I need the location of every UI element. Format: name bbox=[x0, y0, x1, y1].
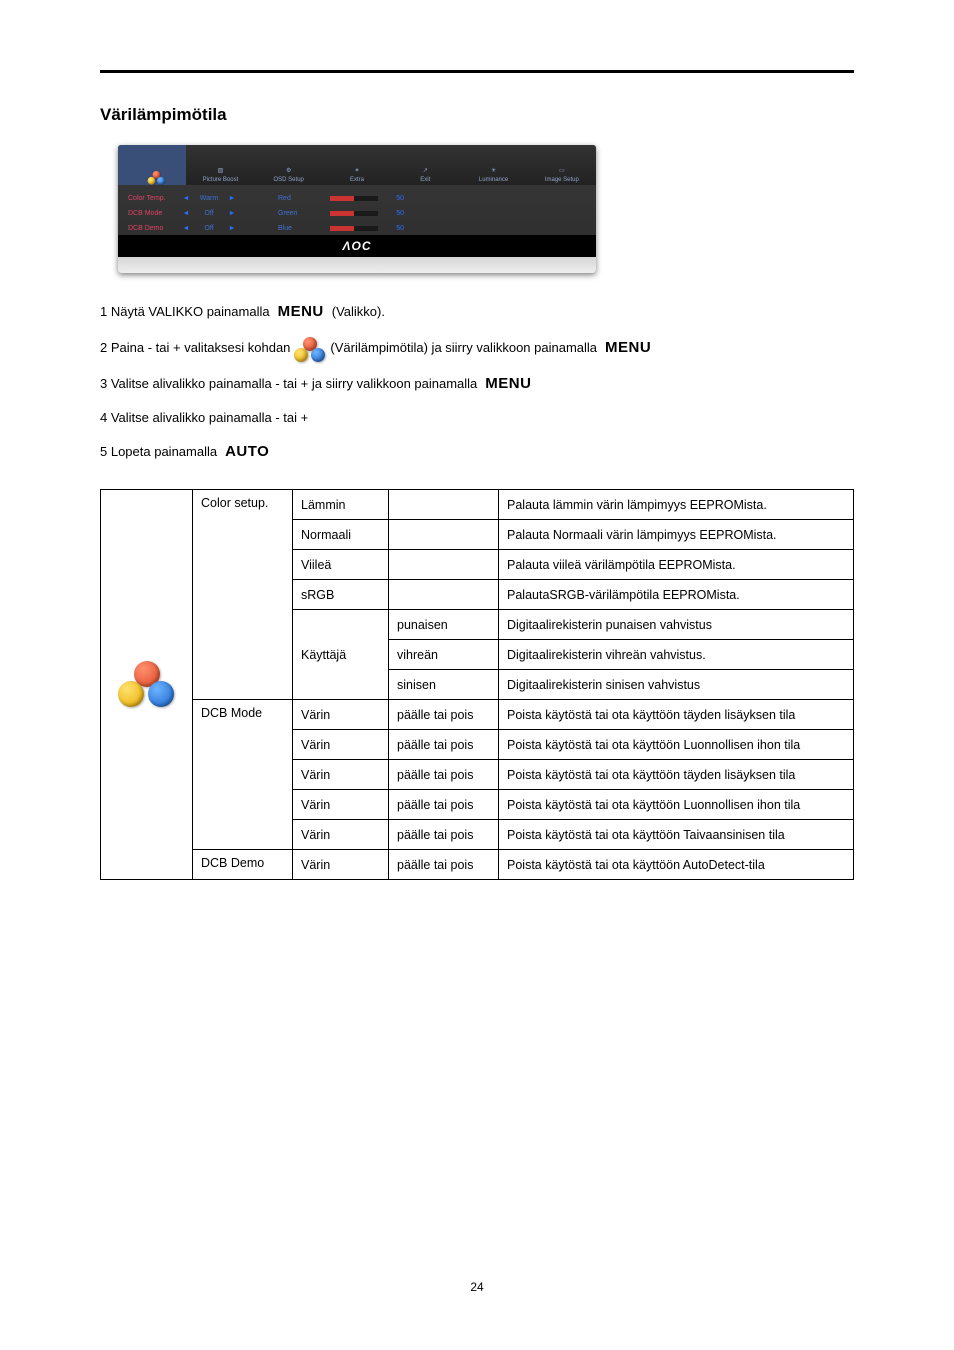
osd-tab-color bbox=[118, 145, 186, 185]
osd-row: DCB Demo ◄Off► Blue 50 bbox=[128, 221, 586, 236]
table-cell: päälle tai pois bbox=[389, 790, 499, 820]
menu-glyph: MENU bbox=[274, 301, 328, 323]
table-cell: Värin bbox=[293, 700, 389, 730]
instructions: 1 Näytä VALIKKO painamalla MENU (Valikko… bbox=[100, 301, 854, 463]
table-cell: punaisen bbox=[389, 610, 499, 640]
table-cell: Digitaalirekisterin punaisen vahvistus bbox=[499, 610, 854, 640]
osd-footer bbox=[118, 257, 596, 273]
color-balls-icon bbox=[294, 337, 326, 363]
auto-glyph: AUTO bbox=[221, 441, 273, 463]
table-cell: Palauta Normaali värin lämpimyys EEPROMi… bbox=[499, 520, 854, 550]
osd-brand: ΛOC bbox=[118, 235, 596, 257]
table-cell: Digitaalirekisterin sinisen vahvistus bbox=[499, 670, 854, 700]
color-balls-icon bbox=[118, 661, 176, 709]
table-cell: Käyttäjä bbox=[293, 610, 389, 700]
step-5: 5 Lopeta painamalla bbox=[100, 441, 217, 463]
step-1a: 1 Näytä VALIKKO painamalla bbox=[100, 301, 270, 323]
osd-screenshot: ▧Picture Boost ⚙OSD Setup ✶Extra ↗Exit ☀… bbox=[118, 145, 596, 273]
table-cell: Värin bbox=[293, 730, 389, 760]
table-cell bbox=[389, 550, 499, 580]
table-cell: Palauta viileä värilämpötila EEPROMista. bbox=[499, 550, 854, 580]
table-cell: Lämmin bbox=[293, 490, 389, 520]
table-cell: Viileä bbox=[293, 550, 389, 580]
group-dcb-demo: DCB Demo bbox=[193, 850, 293, 880]
table-cell: Värin bbox=[293, 850, 389, 880]
osd-tab: ☀Luminance bbox=[459, 145, 527, 185]
step-3: 3 Valitse alivalikko painamalla - tai + … bbox=[100, 373, 477, 395]
table-cell: vihreän bbox=[389, 640, 499, 670]
table-cell: Poista käytöstä tai ota käyttöön Luonnol… bbox=[499, 730, 854, 760]
table-cell: päälle tai pois bbox=[389, 850, 499, 880]
osd-row: DCB Mode ◄Off► Green 50 bbox=[128, 206, 586, 221]
table-cell: Poista käytöstä tai ota käyttöön Taivaan… bbox=[499, 820, 854, 850]
table-cell: Värin bbox=[293, 820, 389, 850]
table-cell: Poista käytöstä tai ota käyttöön täyden … bbox=[499, 700, 854, 730]
menu-glyph: MENU bbox=[601, 337, 655, 359]
table-cell bbox=[389, 520, 499, 550]
osd-tab: ✶Extra bbox=[323, 145, 391, 185]
table-cell: päälle tai pois bbox=[389, 700, 499, 730]
section-heading: Värilämpimötila bbox=[100, 105, 854, 125]
page-divider bbox=[100, 70, 854, 73]
table-cell: sRGB bbox=[293, 580, 389, 610]
menu-glyph: MENU bbox=[481, 373, 535, 395]
page-number: 24 bbox=[100, 1280, 854, 1294]
table-cell: Värin bbox=[293, 790, 389, 820]
step-2a: 2 Paina - tai + valitaksesi kohdan bbox=[100, 337, 290, 359]
group-color-setup: Color setup. bbox=[193, 490, 293, 700]
osd-tab: ▧Picture Boost bbox=[186, 145, 254, 185]
table-cell: sinisen bbox=[389, 670, 499, 700]
table-cell bbox=[389, 490, 499, 520]
table-cell: Poista käytöstä tai ota käyttöön täyden … bbox=[499, 760, 854, 790]
table-icon-cell bbox=[101, 490, 193, 880]
table-cell: Digitaalirekisterin vihreän vahvistus. bbox=[499, 640, 854, 670]
osd-tab: ⚙OSD Setup bbox=[255, 145, 323, 185]
table-cell: päälle tai pois bbox=[389, 760, 499, 790]
table-cell: PalautaSRGB-värilämpötila EEPROMista. bbox=[499, 580, 854, 610]
table-cell bbox=[389, 580, 499, 610]
osd-tab: ↗Exit bbox=[391, 145, 459, 185]
table-cell: Poista käytöstä tai ota käyttöön AutoDet… bbox=[499, 850, 854, 880]
group-dcb-mode: DCB Mode bbox=[193, 700, 293, 850]
step-2b: (Värilämpimötila) ja siirry valikkoon pa… bbox=[330, 337, 597, 359]
osd-tab: ▭Image Setup bbox=[528, 145, 596, 185]
osd-row: Color Temp. ◄Warm► Red 50 bbox=[128, 191, 586, 206]
step-4: 4 Valitse alivalikko painamalla - tai + bbox=[100, 407, 308, 429]
table-cell: Normaali bbox=[293, 520, 389, 550]
table-cell: Poista käytöstä tai ota käyttöön Luonnol… bbox=[499, 790, 854, 820]
table-cell: Värin bbox=[293, 760, 389, 790]
table-cell: päälle tai pois bbox=[389, 820, 499, 850]
table-cell: Palauta lämmin värin lämpimyys EEPROMist… bbox=[499, 490, 854, 520]
settings-table: Color setup. Lämmin Palauta lämmin värin… bbox=[100, 489, 854, 880]
step-1b: (Valikko). bbox=[332, 301, 385, 323]
table-cell: päälle tai pois bbox=[389, 730, 499, 760]
